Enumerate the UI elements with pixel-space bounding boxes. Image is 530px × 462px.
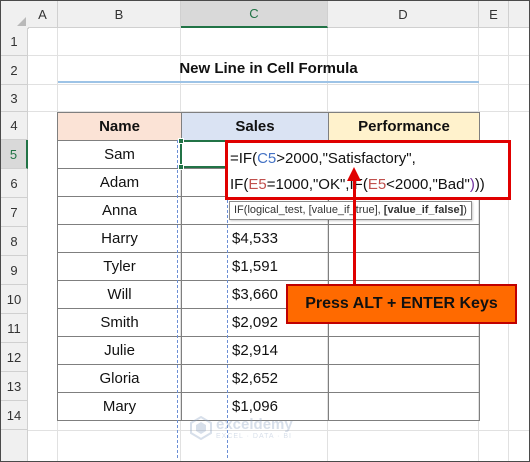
name-cell[interactable]: Adam: [57, 168, 182, 197]
row-header-9[interactable]: 9: [1, 256, 28, 285]
formula-text: =1000,"OK",: [266, 176, 350, 193]
active-cell-c5[interactable]: [178, 138, 227, 170]
watermark: exceldemy EXCEL · DATA · BI: [190, 416, 293, 440]
table-row: Gloria $2,652: [57, 364, 480, 393]
name-cell[interactable]: Mary: [57, 392, 182, 421]
name-cell[interactable]: Harry: [57, 224, 182, 253]
tooltip-current-arg: [value_if_false]: [383, 204, 464, 216]
column-header-b[interactable]: B: [58, 1, 181, 28]
watermark-logo-icon: [190, 416, 212, 440]
title-underline: [58, 81, 479, 83]
formula-paren: )): [474, 176, 485, 193]
column-header-d[interactable]: D: [328, 1, 479, 28]
spreadsheet-frame: A B C D E 1 2 3 4 5 6 7 8 9 10 11 12 13 …: [0, 0, 530, 462]
row-header-11[interactable]: 11: [1, 314, 28, 343]
row-header-6[interactable]: 6: [1, 169, 28, 198]
row-header-blank: [1, 430, 28, 461]
column-header-c[interactable]: C: [181, 1, 328, 28]
table-row: Tyler $1,591: [57, 252, 480, 281]
row-header-12[interactable]: 12: [1, 343, 28, 372]
row-header-1[interactable]: 1: [1, 28, 28, 56]
gridline: [28, 84, 529, 85]
name-cell[interactable]: Will: [57, 280, 182, 309]
table-header-row: Name Sales Performance: [57, 112, 480, 141]
watermark-name: exceldemy: [216, 416, 293, 433]
sales-cell[interactable]: $2,652: [181, 364, 329, 393]
performance-cell[interactable]: [328, 392, 480, 421]
formula-text: IF(: [230, 176, 249, 193]
sales-cell[interactable]: $2,914: [181, 336, 329, 365]
tooltip-signature: IF(logical_test, [value_if_true],: [234, 204, 384, 216]
row-header-10[interactable]: 10: [1, 285, 28, 314]
tooltip-end: ): [463, 204, 467, 216]
row-header-2[interactable]: 2: [1, 56, 28, 85]
sales-cell[interactable]: $1,591: [181, 252, 329, 281]
row-header-3[interactable]: 3: [1, 85, 28, 112]
arrow-shaft: [353, 179, 356, 284]
formula-text: <2000,"Bad": [386, 176, 470, 193]
cell-ref-c5: C5: [257, 150, 277, 167]
formula-text: =IF(: [230, 150, 258, 167]
row-header-8[interactable]: 8: [1, 227, 28, 256]
cell-ref-e5: E5: [367, 176, 387, 193]
performance-cell[interactable]: [328, 364, 480, 393]
cell-ref-e5: E5: [248, 176, 267, 193]
formula-editor[interactable]: =IF(C5>2000,"Satisfactory", IF(E5=1000,"…: [225, 140, 511, 200]
performance-cell[interactable]: [328, 252, 480, 281]
name-cell[interactable]: Julie: [57, 336, 182, 365]
performance-cell[interactable]: [328, 336, 480, 365]
row-header-5[interactable]: 5: [1, 140, 28, 169]
callout-box: Press ALT + ENTER Keys: [286, 284, 517, 324]
header-name[interactable]: Name: [57, 112, 182, 141]
column-header-blank: [509, 1, 529, 28]
column-header-e[interactable]: E: [479, 1, 509, 28]
header-sales[interactable]: Sales: [181, 112, 329, 141]
row-header-4[interactable]: 4: [1, 112, 28, 140]
name-cell[interactable]: Anna: [57, 196, 182, 225]
formula-text: >2000,"Satisfactory",: [276, 150, 416, 167]
column-header-a[interactable]: A: [28, 1, 58, 28]
performance-cell[interactable]: [328, 224, 480, 253]
row-header-13[interactable]: 13: [1, 372, 28, 401]
function-tooltip[interactable]: IF(logical_test, [value_if_true], [value…: [229, 201, 472, 220]
name-cell[interactable]: Sam: [57, 140, 182, 169]
formula-range-marker-left: [177, 140, 178, 458]
name-cell[interactable]: Tyler: [57, 252, 182, 281]
row-header-7[interactable]: 7: [1, 198, 28, 227]
sheet-title: New Line in Cell Formula: [179, 60, 358, 77]
gridline: [508, 28, 509, 461]
table-row: Julie $2,914: [57, 336, 480, 365]
name-cell[interactable]: Smith: [57, 308, 182, 337]
name-cell[interactable]: Gloria: [57, 364, 182, 393]
row-header-14[interactable]: 14: [1, 401, 28, 430]
sales-cell[interactable]: $4,533: [181, 224, 329, 253]
select-all-button[interactable]: [1, 1, 29, 29]
watermark-tagline: EXCEL · DATA · BI: [216, 433, 292, 440]
table-row: Harry $4,533: [57, 224, 480, 253]
header-performance[interactable]: Performance: [328, 112, 480, 141]
